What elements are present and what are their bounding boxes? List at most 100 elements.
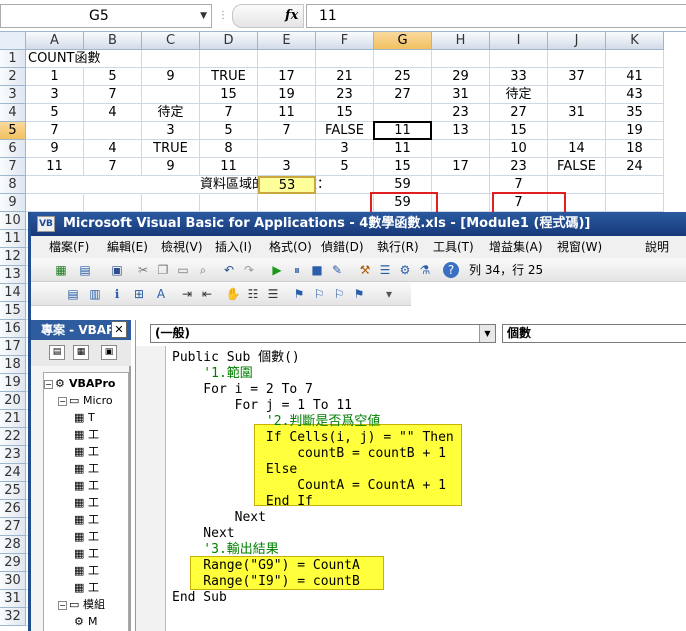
cell-c9[interactable] [142, 194, 200, 212]
cell-i2[interactable]: 33 [490, 68, 548, 86]
column-header-j[interactable]: J [548, 32, 606, 50]
cell-c5[interactable]: 3 [142, 122, 200, 140]
code-margin[interactable] [136, 346, 166, 631]
row-header-23[interactable]: 23 [0, 446, 26, 464]
row-header-29[interactable]: 29 [0, 554, 26, 572]
cell-c2[interactable]: 9 [142, 68, 200, 86]
cell-e6[interactable] [258, 140, 316, 158]
cell-b2[interactable]: 5 [84, 68, 142, 86]
cell-a4[interactable]: 5 [26, 104, 84, 122]
column-header-a[interactable]: A [26, 32, 84, 50]
redo-icon[interactable]: ↷ [241, 262, 257, 278]
cell-h5[interactable]: 13 [432, 122, 490, 140]
row-header-19[interactable]: 19 [0, 374, 26, 392]
column-header-g[interactable]: G [374, 32, 432, 50]
project-explorer-icon[interactable]: ⚒ [357, 262, 373, 278]
cell-c1[interactable] [142, 50, 200, 68]
quick-info-icon[interactable]: ℹ [109, 286, 125, 302]
menu-item-1[interactable]: 編輯(E) [107, 236, 148, 258]
menu-item-2[interactable]: 檢視(V) [161, 236, 203, 258]
cell-i6[interactable]: 10 [490, 140, 548, 158]
tree-item[interactable]: − ⚙ VBAPro [44, 375, 115, 392]
column-header-h[interactable]: H [432, 32, 490, 50]
procedure-combo[interactable]: 個數 [502, 324, 686, 343]
column-header-f[interactable]: F [316, 32, 374, 50]
cell-d8[interactable]: 資料區域的數位個數： [200, 176, 330, 194]
cell-j6[interactable]: 14 [548, 140, 606, 158]
cell-k3[interactable]: 43 [606, 86, 664, 104]
row-header-10[interactable]: 10 [0, 212, 26, 230]
list-properties-icon[interactable]: ▤ [65, 286, 81, 302]
cell-a8[interactable] [26, 176, 84, 194]
cell-g1[interactable] [374, 50, 432, 68]
object-combo[interactable]: (一般) ▼ [150, 324, 496, 343]
tree-item[interactable]: − ▭ 模組 [58, 596, 105, 613]
row-header-12[interactable]: 12 [0, 248, 26, 266]
find-icon[interactable]: ⌕ [195, 262, 211, 278]
row-header-31[interactable]: 31 [0, 590, 26, 608]
cell-f8[interactable] [316, 176, 374, 194]
cell-h2[interactable]: 29 [432, 68, 490, 86]
chevron-down-icon[interactable]: ▼ [479, 325, 495, 342]
cell-b8[interactable] [84, 176, 142, 194]
properties-icon[interactable]: ☰ [377, 262, 393, 278]
row-header-30[interactable]: 30 [0, 572, 26, 590]
help-icon[interactable]: ? [443, 262, 459, 278]
cell-a6[interactable]: 9 [26, 140, 84, 158]
cell-j3[interactable] [548, 86, 606, 104]
tree-item[interactable]: ▦ 工 [74, 426, 99, 443]
cell-k4[interactable]: 35 [606, 104, 664, 122]
undo-icon[interactable]: ↶ [221, 262, 237, 278]
row-header-32[interactable]: 32 [0, 608, 26, 626]
cell-a7[interactable]: 11 [26, 158, 84, 176]
uncomment-block-icon[interactable]: ☰ [265, 286, 281, 302]
tree-item[interactable]: − ▭ Micro [58, 392, 113, 409]
cell-f2[interactable]: 21 [316, 68, 374, 86]
design-mode-icon[interactable]: ✎ [329, 262, 345, 278]
row-header-15[interactable]: 15 [0, 302, 26, 320]
cell-f7[interactable]: 5 [316, 158, 374, 176]
cell-d2[interactable]: TRUE [200, 68, 258, 86]
column-header-b[interactable]: B [84, 32, 142, 50]
tree-item[interactable]: ⚙ M [74, 613, 98, 630]
cell-g7[interactable]: 15 [374, 158, 432, 176]
cell-b5[interactable] [84, 122, 142, 140]
cell-i5[interactable]: 15 [490, 122, 548, 140]
cell-j4[interactable]: 31 [548, 104, 606, 122]
cell-h7[interactable]: 17 [432, 158, 490, 176]
column-header-d[interactable]: D [200, 32, 258, 50]
menu-item-10[interactable]: 說明 [645, 236, 669, 258]
cell-a9[interactable] [26, 194, 84, 212]
insert-function-button[interactable]: fx [232, 4, 304, 28]
cell-f4[interactable]: 15 [316, 104, 374, 122]
stop-icon[interactable]: ■ [309, 262, 325, 278]
collapse-icon[interactable]: − [44, 379, 53, 389]
row-header-26[interactable]: 26 [0, 500, 26, 518]
collapse-icon[interactable]: − [58, 600, 67, 610]
breakpoint-icon[interactable]: ✋ [225, 286, 241, 302]
next-bookmark-icon[interactable]: ⚐ [311, 286, 327, 302]
pause-icon[interactable]: ⏸ [289, 262, 305, 278]
cell-d7[interactable]: 11 [200, 158, 258, 176]
cell-g2[interactable]: 25 [374, 68, 432, 86]
tree-item[interactable]: ▦ 工 [74, 528, 99, 545]
list-constants-icon[interactable]: ▥ [87, 286, 103, 302]
cell-b9[interactable] [84, 194, 142, 212]
cell-i7[interactable]: 23 [490, 158, 548, 176]
cell-e5[interactable]: 7 [258, 122, 316, 140]
row-header-25[interactable]: 25 [0, 482, 26, 500]
row-header-6[interactable]: 6 [0, 140, 26, 158]
cell-d4[interactable]: 7 [200, 104, 258, 122]
row-header-17[interactable]: 17 [0, 338, 26, 356]
cell-c4[interactable]: 待定 [142, 104, 200, 122]
cell-b4[interactable]: 4 [84, 104, 142, 122]
cell-k2[interactable]: 41 [606, 68, 664, 86]
row-header-22[interactable]: 22 [0, 428, 26, 446]
cell-c3[interactable] [142, 86, 200, 104]
cell-j7[interactable]: FALSE [548, 158, 606, 176]
menu-item-7[interactable]: 工具(T) [433, 236, 474, 258]
row-header-7[interactable]: 7 [0, 158, 26, 176]
save-icon[interactable]: ▣ [109, 262, 125, 278]
code-editor[interactable]: Public Sub 個數() '1.範圍 For i = 2 To 7 For… [166, 346, 686, 631]
comment-block-icon[interactable]: ☷ [245, 286, 261, 302]
